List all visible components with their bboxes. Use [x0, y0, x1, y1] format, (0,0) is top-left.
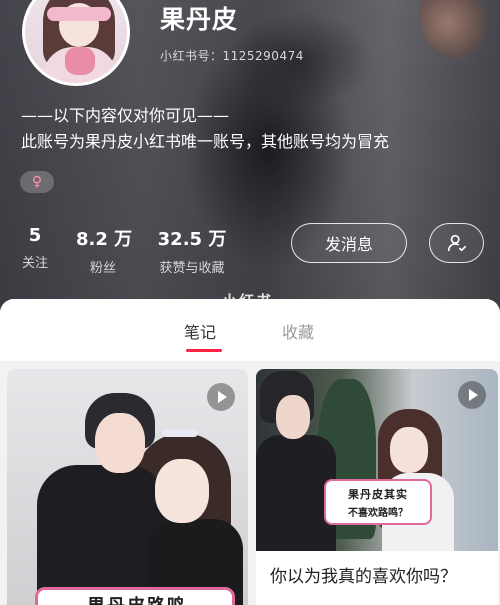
redbook-id[interactable]: 小红书号：1125290474 — [160, 47, 304, 64]
fans-label: 粉丝 — [89, 261, 116, 276]
note-cover-caption: 果丹皮其实 不喜欢路鸣？ — [324, 479, 432, 525]
profile-header: 果丹皮 小红书号：1125290474 ——以下内容仅对你可见—— 此账号为果丹… — [0, 0, 500, 312]
following-count: 5 — [28, 225, 42, 246]
stat-following[interactable]: 5 关注 — [18, 225, 52, 271]
header-background-decoration — [420, 0, 490, 58]
note-card-1[interactable]: 果丹皮路鸣 — [7, 369, 248, 605]
female-icon: ♀ — [31, 174, 43, 190]
note-cover-caption: 果丹皮路鸣 — [35, 587, 235, 605]
note-cover-caption-line-1: 果丹皮其实 — [348, 487, 408, 501]
likes-count: 32.5 万 — [157, 229, 227, 250]
stat-likes[interactable]: 32.5 万 获赞与收藏 — [152, 225, 232, 276]
bio-line-1: ——以下内容仅对你可见—— — [21, 106, 230, 125]
video-play-icon — [207, 383, 235, 411]
note-title: 你以为我真的喜欢你吗？ — [270, 567, 457, 587]
note-cover-caption-text: 果丹皮路鸣 — [87, 592, 187, 605]
stat-fans[interactable]: 8.2 万 粉丝 — [76, 225, 133, 276]
following-label: 关注 — [21, 256, 48, 271]
bio-line-2: 此账号为果丹皮小红书唯一账号，其他账号均为冒充 — [21, 132, 390, 151]
tab-collections[interactable]: 收藏 — [282, 319, 314, 343]
note-cover-caption-line-2: 不喜欢路鸣？ — [348, 507, 408, 519]
tab-notes[interactable]: 笔记 — [184, 319, 216, 343]
fans-count: 8.2 万 — [76, 229, 133, 250]
video-play-icon — [458, 381, 486, 409]
watermark: 小红书 — [222, 292, 274, 310]
note-card-2-cover[interactable]: 果丹皮其实 不喜欢路鸣？ — [256, 369, 498, 551]
user-check-icon — [447, 234, 466, 252]
note-card-2[interactable]: 你以为我真的喜欢你吗？ — [256, 551, 498, 605]
avatar[interactable] — [22, 0, 130, 86]
profile-nickname: 果丹皮 — [160, 5, 239, 34]
send-message-button[interactable]: 发消息 — [291, 223, 407, 263]
gender-badge: ♀ — [20, 171, 54, 193]
active-tab-indicator — [186, 349, 222, 352]
follow-button[interactable] — [429, 223, 484, 263]
likes-label: 获赞与收藏 — [159, 261, 225, 276]
notes-panel: 笔记 收藏 果丹皮路鸣 果丹皮其实 不喜欢路鸣？ 你以为我真的喜欢你吗？ — [0, 299, 500, 605]
